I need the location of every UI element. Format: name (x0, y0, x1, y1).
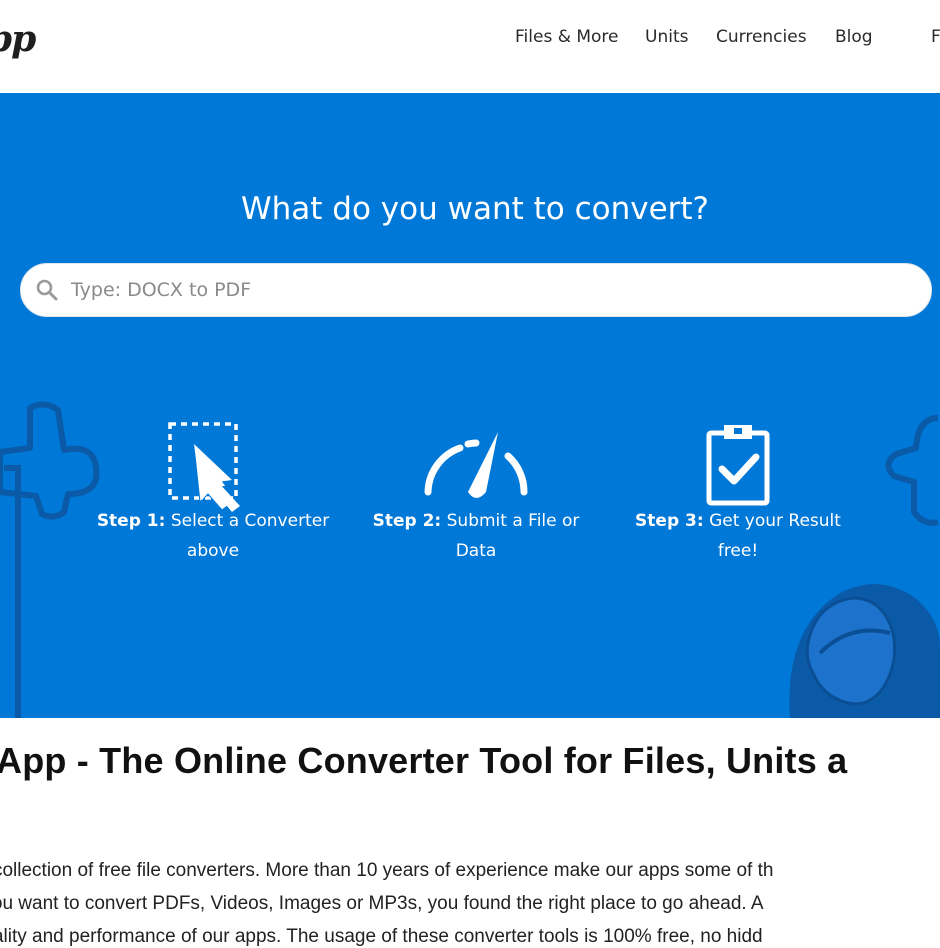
search-icon (36, 279, 58, 301)
step-2-text-line2: Data (455, 541, 497, 561)
step-1-text-line1: Select a Converter (165, 511, 330, 531)
decor-right-shape (885, 415, 939, 526)
nav-files-more[interactable]: Files & More (515, 27, 619, 47)
step-2: Step 2: Submit a File or Data (356, 506, 596, 566)
intro-paragraph-line-1: que collection of free file converters. … (0, 860, 774, 881)
main-nav: Files & More Units Currencies Blog F (0, 27, 940, 51)
decor-person-illustration (789, 584, 940, 718)
intro-paragraph-line-3: e quality and performance of our apps. T… (0, 926, 763, 947)
search-input[interactable] (71, 264, 911, 316)
speedometer-icon (424, 432, 528, 498)
hero-section: What do you want to convert? Step 1: Sel… (0, 93, 940, 718)
step-3-text-line1: Get your Result (703, 511, 841, 531)
clipboard-check-icon (706, 425, 770, 506)
step-3-prefix: Step 3: (635, 511, 704, 531)
step-1-prefix: Step 1: (96, 511, 166, 531)
intro-paragraph-line-2: r if you want to convert PDFs, Videos, I… (0, 893, 764, 914)
pointer-select-icon (168, 422, 240, 512)
page-title: App - The Online Converter Tool for File… (0, 740, 848, 781)
hero-title: What do you want to convert? (240, 191, 710, 227)
step-3: Step 3: Get your Result free! (622, 506, 854, 566)
nav-blog[interactable]: Blog (835, 27, 873, 47)
step-1-text-line2: above (186, 541, 240, 561)
step-3-text-line2: free! (717, 541, 759, 561)
nav-units[interactable]: Units (645, 27, 688, 47)
step-2-prefix: Step 2: (372, 511, 442, 531)
step-2-text-line1: Submit a File or (441, 511, 580, 531)
nav-more[interactable]: F (931, 27, 940, 47)
step-1: Step 1: Select a Converter above (88, 506, 338, 566)
nav-currencies[interactable]: Currencies (716, 27, 807, 47)
site-header: App Files & More Units Currencies Blog F (0, 0, 940, 93)
converter-search-box[interactable] (20, 263, 932, 317)
